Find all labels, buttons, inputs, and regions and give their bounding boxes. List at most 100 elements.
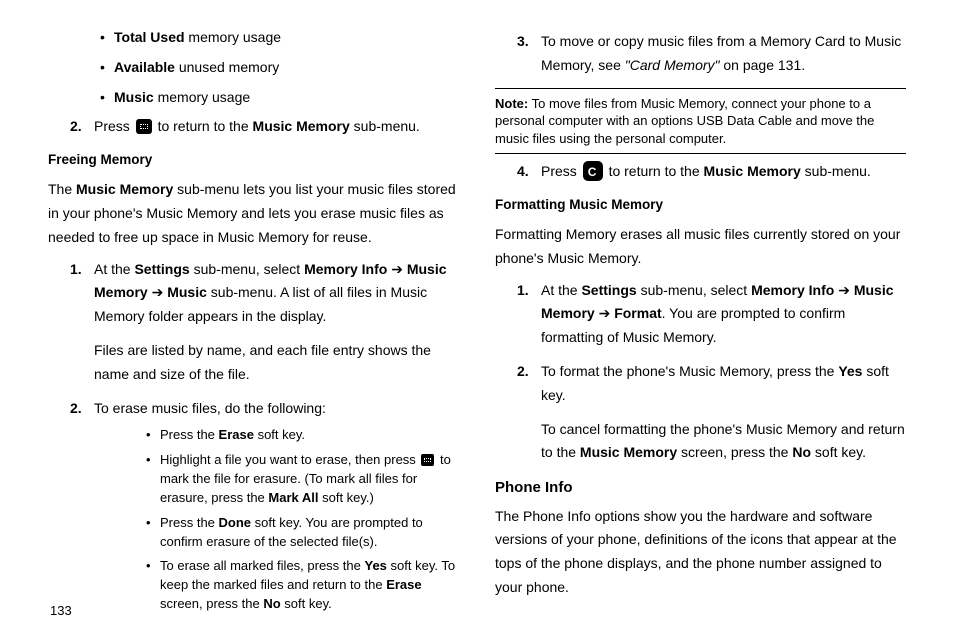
list-item: Highlight a file you want to erase, then… [146, 451, 459, 508]
paragraph: The Music Memory sub-menu lets you list … [48, 178, 459, 249]
text-bold: Music Memory [76, 181, 173, 197]
ok-key-icon [136, 119, 152, 134]
heading-freeing-memory: Freeing Memory [48, 149, 459, 172]
step-number: 4. [517, 160, 529, 184]
step-text: sub-menu. [350, 118, 420, 134]
format-steps: 1. At the Settings sub-menu, select Memo… [495, 279, 906, 466]
text-bold: Memory Info [304, 261, 387, 277]
text: Highlight a file you want to erase, then… [160, 452, 419, 467]
text: At the [541, 282, 581, 298]
text-bold: Settings [134, 261, 189, 277]
arrow-icon: ➔ [834, 282, 854, 298]
heading-phone-info: Phone Info [495, 475, 906, 501]
list-item-bold: Available [114, 59, 175, 75]
list-item: Press the Done soft key. You are prompte… [146, 514, 459, 552]
list-item-bold: Music [114, 89, 154, 105]
list-item: Total Used memory usage [100, 26, 459, 50]
memory-usage-list: Total Used memory usage Available unused… [48, 26, 459, 109]
text: soft key. [281, 596, 332, 611]
text: soft key. [254, 427, 305, 442]
list-item: Press the Erase soft key. [146, 426, 459, 445]
text: To erase all marked files, press the [160, 558, 364, 573]
text-bold: Erase [219, 427, 254, 442]
text: Press the [160, 515, 219, 530]
arrow-icon: ➔ [148, 284, 168, 300]
list-item: Available unused memory [100, 56, 459, 80]
step-text: Press [94, 118, 134, 134]
text-bold: Erase [386, 577, 421, 592]
text-bold: Settings [581, 282, 636, 298]
text-bold: Yes [364, 558, 386, 573]
text: sub-menu, select [190, 261, 304, 277]
text-italic: "Card Memory" [625, 57, 720, 73]
divider [495, 153, 906, 154]
step-number: 3. [517, 30, 529, 54]
text-bold: Mark All [268, 490, 318, 505]
note-text: To move files from Music Memory, connect… [495, 96, 874, 146]
manual-page: Total Used memory usage Available unused… [0, 0, 954, 636]
heading-formatting: Formatting Music Memory [495, 194, 906, 217]
text: At the [94, 261, 134, 277]
text-bold: Music Memory [580, 444, 677, 460]
step-item: 2. To erase music files, do the followin… [70, 397, 459, 614]
divider [495, 88, 906, 89]
text: To format the phone's Music Memory, pres… [541, 363, 838, 379]
list-item-bold: Total Used [114, 29, 185, 45]
freeing-steps: 1. At the Settings sub-menu, select Memo… [48, 258, 459, 614]
back-key-icon [583, 161, 603, 181]
page-number: 133 [50, 603, 72, 618]
text: to return to the [605, 163, 704, 179]
note-label: Note: [495, 96, 528, 111]
text-bold: Yes [838, 363, 862, 379]
step-item: 1. At the Settings sub-menu, select Memo… [70, 258, 459, 387]
step-text: to return to the [154, 118, 253, 134]
move-steps: 3. To move or copy music files from a Me… [495, 30, 906, 78]
paragraph: Formatting Memory erases all music files… [495, 223, 906, 271]
step-number: 2. [517, 360, 529, 384]
step-number: 2. [70, 115, 82, 139]
text: The [48, 181, 76, 197]
step-item: 2. To format the phone's Music Memory, p… [517, 360, 906, 465]
text-bold: No [792, 444, 811, 460]
text: sub-menu. [801, 163, 871, 179]
text: screen, press the [160, 596, 263, 611]
paragraph: To cancel formatting the phone's Music M… [541, 418, 906, 466]
text-bold: Format [614, 305, 661, 321]
text-bold: No [263, 596, 280, 611]
step-item: 4. Press to return to the Music Memory s… [517, 160, 906, 184]
text-bold: Done [219, 515, 252, 530]
text: screen, press the [677, 444, 792, 460]
text: To erase music files, do the following: [94, 400, 326, 416]
text: sub-menu, select [637, 282, 751, 298]
left-column: Total Used memory usage Available unused… [48, 24, 459, 626]
return-step: 4. Press to return to the Music Memory s… [495, 160, 906, 184]
text-bold: Music [167, 284, 207, 300]
ok-key-icon [421, 454, 434, 466]
list-item-rest: memory usage [154, 89, 250, 105]
step-item: 1. At the Settings sub-menu, select Memo… [517, 279, 906, 350]
note-block: Note: To move files from Music Memory, c… [495, 95, 906, 148]
erase-substeps: Press the Erase soft key. Highlight a fi… [94, 426, 459, 614]
step-item: 3. To move or copy music files from a Me… [517, 30, 906, 78]
paragraph: The Phone Info options show you the hard… [495, 505, 906, 600]
step-number: 2. [70, 397, 82, 421]
text: soft key. [811, 444, 866, 460]
text-bold: Music Memory [704, 163, 801, 179]
step-number: 1. [517, 279, 529, 303]
list-item-rest: unused memory [175, 59, 279, 75]
step-item: 2. Press to return to the Music Memory s… [70, 115, 459, 139]
step-number: 1. [70, 258, 82, 282]
paragraph: Files are listed by name, and each file … [94, 339, 459, 387]
text: Press the [160, 427, 219, 442]
step-bold: Music Memory [253, 118, 350, 134]
text: on page 131. [720, 57, 806, 73]
text-bold: Memory Info [751, 282, 834, 298]
arrow-icon: ➔ [595, 305, 615, 321]
step-list: 2. Press to return to the Music Memory s… [48, 115, 459, 139]
arrow-icon: ➔ [387, 261, 407, 277]
text: soft key.) [318, 490, 373, 505]
text: Press [541, 163, 581, 179]
right-column: 3. To move or copy music files from a Me… [495, 24, 906, 626]
list-item-rest: memory usage [185, 29, 281, 45]
list-item: Music memory usage [100, 86, 459, 110]
